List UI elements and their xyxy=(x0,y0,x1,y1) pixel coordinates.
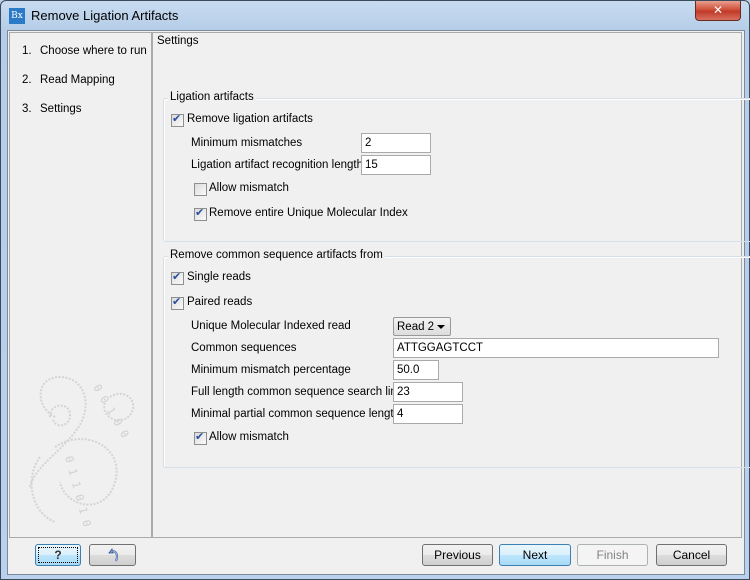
svg-text:0 1 1 0 1 0: 0 1 1 0 1 0 xyxy=(62,454,93,527)
step-number: 1. xyxy=(22,45,32,57)
remove-umi-label[interactable]: Remove entire Unique Molecular Index xyxy=(209,207,408,219)
single-reads-checkbox[interactable] xyxy=(171,270,184,285)
step-number: 3. xyxy=(22,103,32,115)
cancel-button[interactable]: Cancel xyxy=(656,544,727,566)
common-sequences-input[interactable]: ATTGGAGTCCT xyxy=(393,338,719,358)
common-sequence-artifacts-group: Remove common sequence artifacts from Si… xyxy=(163,249,750,468)
dialog-window: Bx Remove Ligation Artifacts ✕ 1. Choose … xyxy=(0,0,750,580)
paired-reads-checkbox[interactable] xyxy=(171,295,184,310)
finish-button: Finish xyxy=(577,544,648,566)
min-mismatch-pct-label: Minimum mismatch percentage xyxy=(191,364,351,376)
chevron-down-icon xyxy=(437,325,445,329)
step-label: Choose where to run xyxy=(40,45,147,57)
svg-text:0 0 1 0 0: 0 0 1 0 0 xyxy=(90,382,131,440)
step-choose-where-to-run: 1. Choose where to run xyxy=(22,45,147,57)
ligation-artifacts-group: Ligation artifacts Remove ligation artif… xyxy=(163,91,750,242)
focus-ring xyxy=(38,547,78,563)
step-label: Settings xyxy=(40,103,82,115)
remove-ligation-artifacts-checkbox[interactable] xyxy=(171,112,184,127)
settings-panel: Settings Ligation artifacts Remove ligat… xyxy=(152,32,750,538)
recognition-length-label: Ligation artifact recognition length xyxy=(191,159,363,171)
dialog-body: 1. Choose where to run 2. Read Mapping 3. S… xyxy=(7,30,750,575)
common-allow-mismatch-label[interactable]: Allow mismatch xyxy=(209,431,289,443)
close-button[interactable]: ✕ xyxy=(695,1,741,21)
minimal-partial-length-input[interactable]: 4 xyxy=(393,404,463,424)
window-title: Remove Ligation Artifacts xyxy=(31,8,179,23)
full-length-limit-label: Full length common sequence search limit xyxy=(191,386,406,398)
minimal-partial-length-label: Minimal partial common sequence length xyxy=(191,408,401,420)
previous-button[interactable]: Previous xyxy=(422,544,493,566)
watermark-logo-icon: 0 0 1 0 0 0 1 1 0 1 0 xyxy=(29,375,135,527)
group-title: Remove common sequence artifacts from xyxy=(168,249,385,261)
close-icon: ✕ xyxy=(712,3,724,17)
umi-read-select[interactable]: Read 2 xyxy=(393,317,451,336)
step-read-mapping: 2. Read Mapping xyxy=(22,74,115,86)
wizard-steps-panel: 1. Choose where to run 2. Read Mapping 3. S… xyxy=(9,32,152,538)
remove-ligation-artifacts-label[interactable]: Remove ligation artifacts xyxy=(187,113,313,125)
app-icon: Bx xyxy=(9,8,25,24)
undo-arrow-icon xyxy=(107,548,118,562)
min-mismatch-pct-input[interactable]: 50.0 xyxy=(393,360,439,380)
common-sequences-label: Common sequences xyxy=(191,342,297,354)
next-button[interactable]: Next xyxy=(499,544,571,566)
group-title: Ligation artifacts xyxy=(168,91,256,103)
single-reads-label[interactable]: Single reads xyxy=(187,271,251,283)
remove-umi-checkbox[interactable] xyxy=(194,206,207,221)
common-allow-mismatch-checkbox[interactable] xyxy=(194,430,207,445)
step-label: Read Mapping xyxy=(40,74,115,86)
umi-read-selected-value: Read 2 xyxy=(397,321,435,333)
minimum-mismatches-input[interactable]: 2 xyxy=(361,133,431,153)
paired-reads-label[interactable]: Paired reads xyxy=(187,296,252,308)
minimum-mismatches-label: Minimum mismatches xyxy=(191,137,303,149)
recognition-length-input[interactable]: 15 xyxy=(361,155,431,175)
help-button[interactable]: ? xyxy=(35,544,81,566)
reset-button[interactable] xyxy=(89,544,136,566)
full-length-limit-input[interactable]: 23 xyxy=(393,382,463,402)
step-number: 2. xyxy=(22,74,32,86)
step-settings: 3. Settings xyxy=(22,103,82,115)
page-title: Settings xyxy=(157,35,199,47)
allow-mismatch-label[interactable]: Allow mismatch xyxy=(209,182,289,194)
title-bar[interactable]: Bx Remove Ligation Artifacts ✕ xyxy=(1,1,749,30)
allow-mismatch-checkbox[interactable] xyxy=(194,183,207,196)
umi-read-label: Unique Molecular Indexed read xyxy=(191,320,351,332)
